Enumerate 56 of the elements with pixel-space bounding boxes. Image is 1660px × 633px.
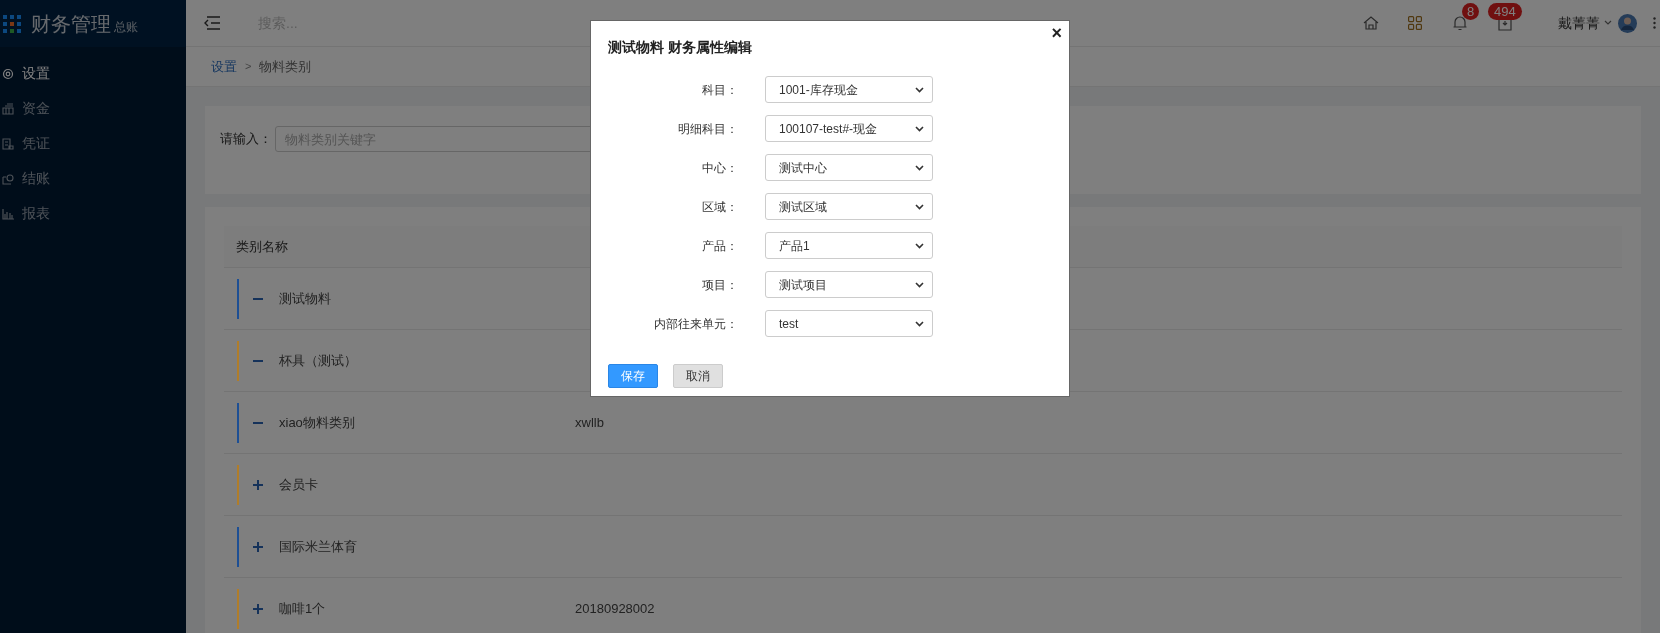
- breadcrumb-current: 物料类别: [259, 57, 312, 76]
- app-subtitle: 总账: [114, 18, 138, 36]
- field-label: 科目：: [701, 81, 738, 99]
- field-label: 项目：: [701, 276, 738, 294]
- field-label: 区域：: [701, 198, 738, 216]
- expand-button[interactable]: [253, 603, 265, 614]
- table-cell-text: xiao物料类别: [279, 413, 356, 432]
- field-label: 产品：: [701, 237, 738, 255]
- logo-icon: [3, 14, 21, 33]
- bell-icon[interactable]: [1452, 15, 1468, 31]
- chevron-icon: [915, 320, 924, 327]
- expand-button[interactable]: [253, 541, 265, 552]
- chevron-icon: [915, 86, 924, 93]
- select-field[interactable]: 100107-test#-现金: [765, 115, 933, 142]
- more-icon[interactable]: [1653, 17, 1656, 29]
- table-cell-text: 国际米兰体育: [279, 537, 358, 556]
- close-button[interactable]: ×: [1051, 22, 1062, 44]
- caret-icon[interactable]: [1604, 20, 1612, 26]
- app-title: 财务管理: [31, 11, 111, 37]
- cancel-button[interactable]: 取消: [673, 364, 723, 388]
- chevron-icon: [915, 242, 924, 249]
- grid-icon[interactable]: [1408, 16, 1422, 30]
- chevron-icon: [915, 125, 924, 132]
- select-field[interactable]: 测试区域: [765, 193, 933, 220]
- user-name[interactable]: 戴菁菁: [1558, 12, 1600, 34]
- filter-label: 请输入：: [220, 130, 272, 148]
- sidebar-item[interactable]: 设置: [0, 56, 186, 91]
- collapse-button[interactable]: [253, 421, 265, 424]
- chevron-icon: [915, 281, 924, 288]
- chevron-icon: [915, 164, 924, 171]
- table-cell-text: 20180928002: [575, 599, 655, 618]
- expand-button[interactable]: [253, 479, 265, 490]
- column-header: 类别名称: [236, 237, 288, 256]
- home-icon[interactable]: [1363, 15, 1379, 31]
- field-label: 内部往来单元：: [653, 315, 738, 333]
- select-field[interactable]: 产品1: [765, 232, 933, 259]
- select-field[interactable]: 测试项目: [765, 271, 933, 298]
- select-field[interactable]: 测试中心: [765, 154, 933, 181]
- select-field[interactable]: 1001-库存现金: [765, 76, 933, 103]
- table-cell-text: 杯具（测试）: [279, 351, 358, 370]
- table-cell-text: xwllb: [575, 413, 604, 432]
- table-cell-text: 会员卡: [279, 475, 319, 494]
- table-cell-text: 测试物料: [279, 289, 332, 308]
- avatar[interactable]: [1618, 13, 1637, 33]
- field-label: 中心：: [701, 159, 738, 177]
- notification-badge: 8: [1462, 3, 1480, 20]
- modal-title: 测试物料 财务属性编辑: [608, 38, 752, 57]
- select-field[interactable]: test: [765, 310, 933, 337]
- chevron-icon: [915, 203, 924, 210]
- table-cell-text: 咖啡1个: [279, 599, 327, 618]
- gear-icon: [2, 67, 14, 80]
- breadcrumb-separator: >: [245, 59, 252, 75]
- message-badge: 494: [1488, 3, 1522, 20]
- collapse-button[interactable]: [253, 359, 265, 362]
- collapse-button[interactable]: [253, 297, 265, 300]
- menu-icon[interactable]: [204, 16, 220, 30]
